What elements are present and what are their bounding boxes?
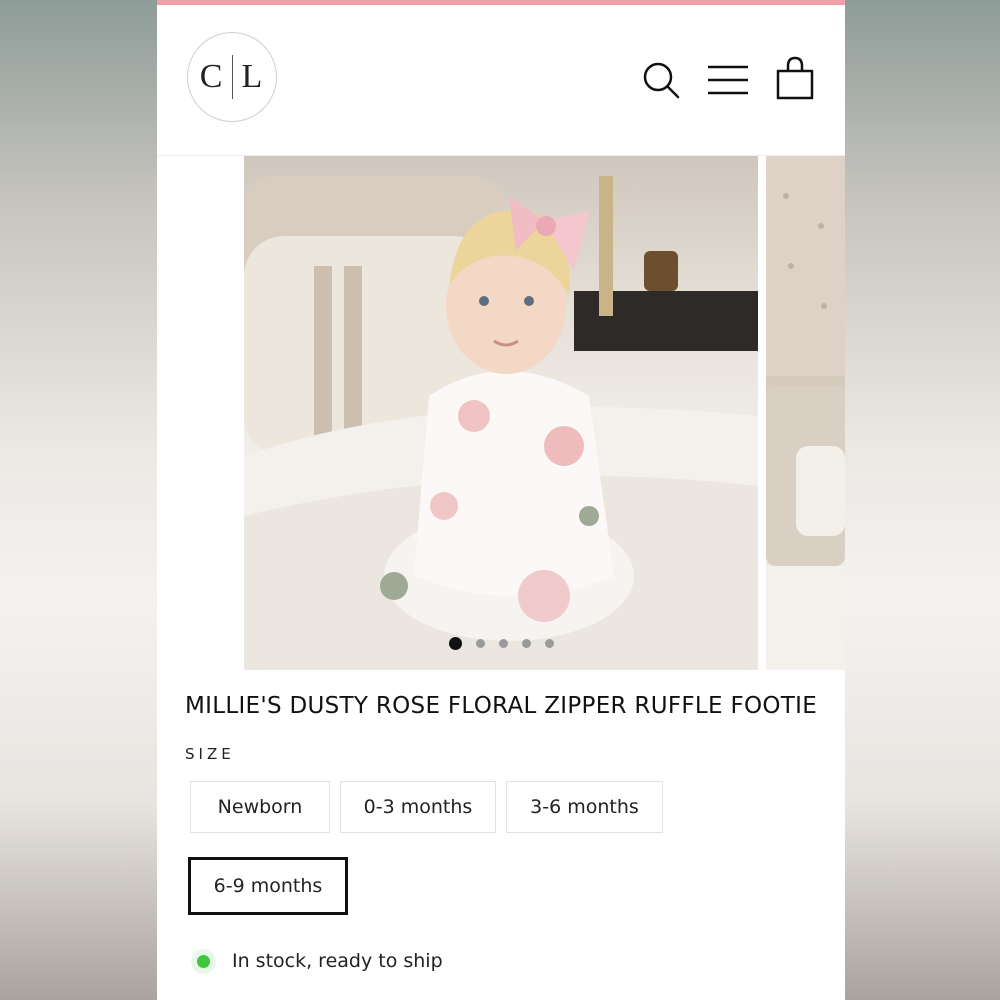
background-right	[845, 0, 1000, 1000]
product-gallery[interactable]	[157, 156, 845, 670]
size-label: SIZE	[185, 745, 235, 763]
product-image[interactable]	[244, 156, 758, 670]
logo-letter-right: L	[241, 58, 265, 95]
product-title: MILLIE'S DUSTY ROSE FLORAL ZIPPER RUFFLE…	[185, 693, 818, 719]
size-option-0-3-months[interactable]: 0-3 months	[340, 781, 496, 833]
product-photo-illustration	[244, 176, 758, 670]
gallery-pagination	[244, 637, 758, 650]
cart-icon[interactable]	[775, 55, 815, 101]
logo-divider	[232, 55, 234, 99]
site-header: C L	[157, 5, 845, 156]
logo-letter-left: C	[199, 58, 225, 95]
stock-status: In stock, ready to ship	[197, 950, 443, 972]
logo[interactable]: C L	[187, 32, 277, 122]
size-option-6-9-months[interactable]: 6-9 months	[188, 857, 348, 915]
stock-text: In stock, ready to ship	[232, 950, 443, 972]
gallery-dot[interactable]	[475, 639, 485, 648]
search-icon[interactable]	[641, 60, 681, 100]
product-page: C L MILLIE'S DUSTY ROSE FLORAL ZIPPER RU…	[157, 0, 845, 1000]
background-left	[0, 0, 157, 1000]
gallery-dot[interactable]	[498, 639, 508, 648]
gallery-dot[interactable]	[448, 637, 462, 650]
next-photo-illustration	[766, 156, 845, 670]
gallery-dot[interactable]	[544, 639, 554, 648]
next-product-image[interactable]	[766, 156, 845, 670]
menu-icon[interactable]	[707, 60, 749, 100]
size-option-newborn[interactable]: Newborn	[190, 781, 330, 833]
in-stock-dot-icon	[197, 954, 210, 968]
gallery-dot[interactable]	[521, 639, 531, 648]
size-option-3-6-months[interactable]: 3-6 months	[506, 781, 663, 833]
